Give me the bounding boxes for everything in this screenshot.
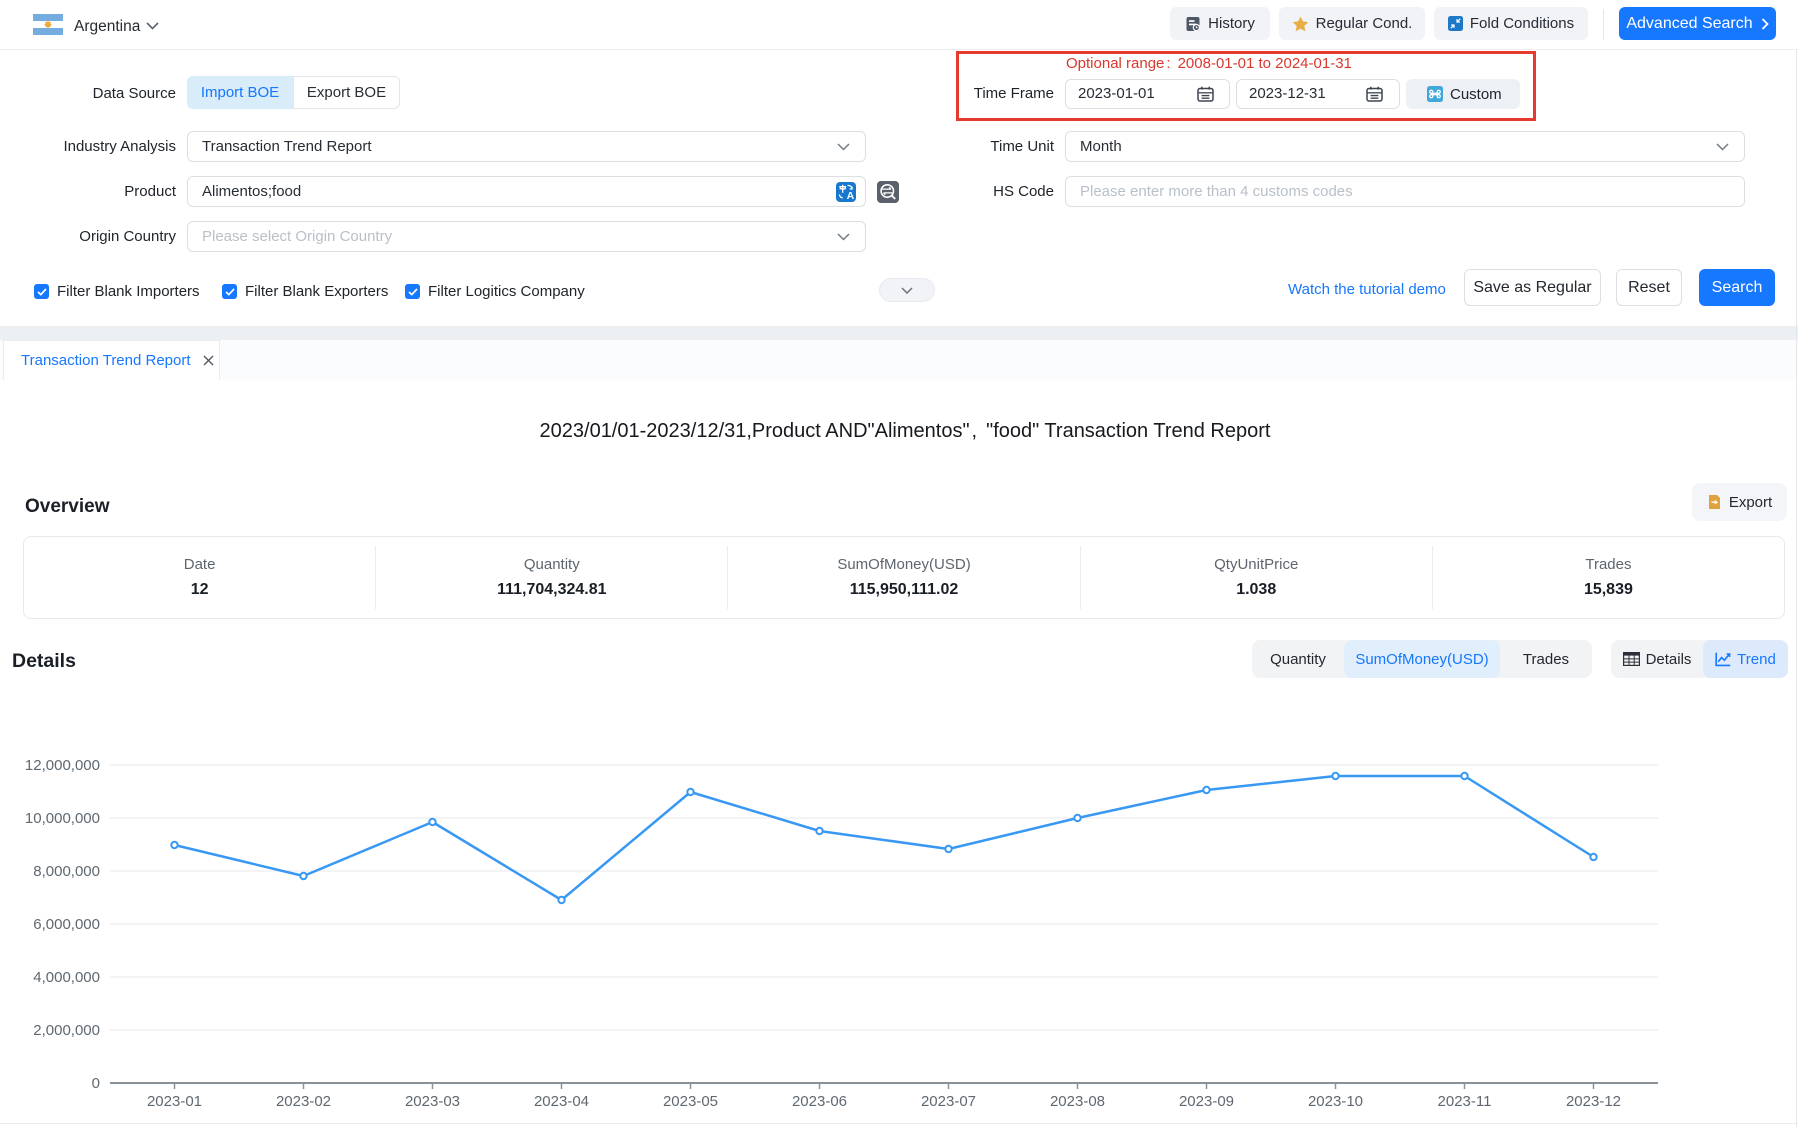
svg-text:8,000,000: 8,000,000 xyxy=(33,863,100,880)
svg-text:A: A xyxy=(847,190,855,202)
svg-text:2,000,000: 2,000,000 xyxy=(33,1022,100,1039)
svg-text:2023-07: 2023-07 xyxy=(921,1093,976,1110)
svg-text:2023-01: 2023-01 xyxy=(147,1093,202,1110)
svg-text:2023-12: 2023-12 xyxy=(1566,1093,1621,1110)
svg-text:2023-02: 2023-02 xyxy=(276,1093,331,1110)
svg-text:2023-08: 2023-08 xyxy=(1050,1093,1105,1110)
svg-text:10,000,000: 10,000,000 xyxy=(25,810,100,827)
svg-text:0: 0 xyxy=(92,1075,100,1092)
svg-text:2023-04: 2023-04 xyxy=(534,1093,589,1110)
svg-text:2023-03: 2023-03 xyxy=(405,1093,460,1110)
svg-text:2023-10: 2023-10 xyxy=(1308,1093,1363,1110)
svg-text:12,000,000: 12,000,000 xyxy=(25,757,100,774)
svg-text:2023-09: 2023-09 xyxy=(1179,1093,1234,1110)
svg-text:6,000,000: 6,000,000 xyxy=(33,916,100,933)
svg-text:4,000,000: 4,000,000 xyxy=(33,969,100,986)
svg-text:2023-05: 2023-05 xyxy=(663,1093,718,1110)
svg-text:2023-06: 2023-06 xyxy=(792,1093,847,1110)
svg-text:2023-11: 2023-11 xyxy=(1438,1093,1492,1110)
